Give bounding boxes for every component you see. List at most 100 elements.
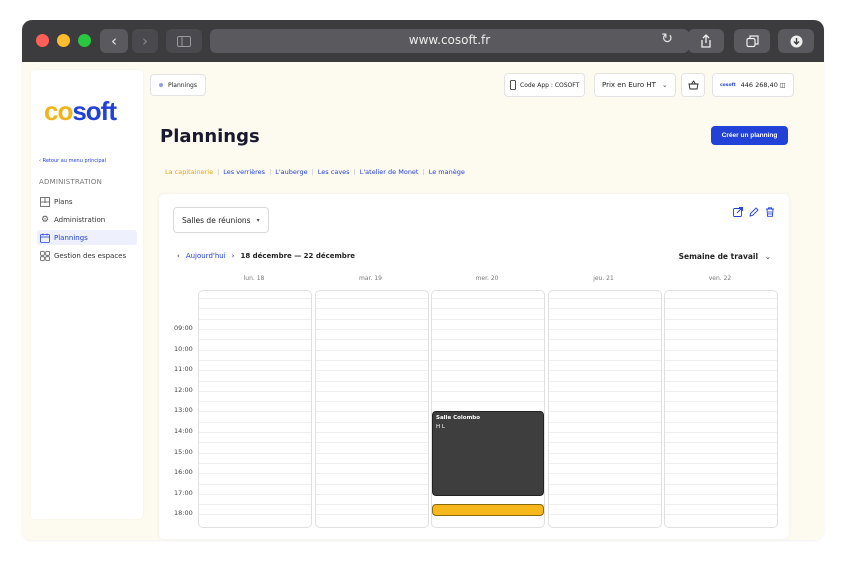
half-hour-line xyxy=(315,401,428,403)
sidebar-icon xyxy=(177,35,191,47)
half-hour-line xyxy=(548,359,661,361)
half-hour-line xyxy=(432,370,544,372)
time-label: 18:00 xyxy=(174,509,193,518)
tab-le-manege[interactable]: Le manège xyxy=(429,168,465,176)
view-select[interactable]: Semaine de travail ⌄ xyxy=(679,252,771,261)
half-hour-line xyxy=(665,483,777,485)
app-code-pill[interactable]: Code App : COSOFT xyxy=(504,73,586,97)
half-hour-line xyxy=(548,514,661,516)
share-icon xyxy=(701,34,711,48)
today-button[interactable]: Aujourd'hui xyxy=(186,252,226,260)
half-hour-line xyxy=(548,329,661,330)
cart-button[interactable] xyxy=(681,73,705,97)
half-hour-line xyxy=(315,329,428,330)
half-hour-line xyxy=(199,432,311,433)
half-hour-line xyxy=(315,421,428,423)
downloads-button[interactable] xyxy=(778,29,814,53)
day-header: lun. 18 xyxy=(243,275,265,282)
half-hour-line xyxy=(548,483,661,485)
back-to-main-menu-link[interactable]: ‹ Retour au menu principal xyxy=(39,158,106,164)
half-hour-line xyxy=(315,370,428,372)
share-button[interactable] xyxy=(688,29,724,53)
booking-event[interactable]: Salle Colombo H L xyxy=(432,411,544,496)
half-hour-line xyxy=(432,329,544,330)
tabs-overview-button[interactable] xyxy=(734,29,770,53)
day-column[interactable] xyxy=(314,290,429,528)
booking-slot[interactable] xyxy=(432,504,544,517)
page-title: Plannings xyxy=(160,126,260,147)
cosoft-logo[interactable]: cosoft xyxy=(44,96,117,127)
half-hour-line xyxy=(548,349,661,351)
day-column[interactable] xyxy=(547,290,662,528)
chevron-left-icon: ‹ xyxy=(111,32,117,50)
half-hour-line xyxy=(548,370,661,372)
half-hour-line xyxy=(665,514,777,516)
balance-pill[interactable]: cosoft 446 268,40 ◫ xyxy=(712,73,794,97)
half-hour-line xyxy=(665,452,777,454)
half-hour-line xyxy=(315,298,428,300)
browser-toolbar: ‹ › www.cosoft.fr ↻ xyxy=(22,20,824,62)
tab-l-atelier-de-monet[interactable]: L'atelier de Monet xyxy=(360,168,419,176)
maximize-window-button[interactable] xyxy=(78,34,91,47)
half-hour-line xyxy=(665,339,777,341)
prev-week-button[interactable]: ‹ xyxy=(177,252,180,260)
next-week-button[interactable]: › xyxy=(232,252,235,260)
week-navigation: ‹ Aujourd'hui › 18 décembre — 22 décembr… xyxy=(177,252,355,260)
time-label: 12:00 xyxy=(174,385,193,394)
day-column[interactable] xyxy=(198,290,312,528)
external-link-icon[interactable] xyxy=(733,207,743,220)
sidebar-item-label: Gestion des espaces xyxy=(54,251,127,260)
minimize-window-button[interactable] xyxy=(57,34,70,47)
half-hour-line xyxy=(432,298,544,300)
bullet-icon xyxy=(159,83,163,87)
tab-l-auberge[interactable]: L'auberge xyxy=(275,168,307,176)
chevron-down-icon: ⌄ xyxy=(764,252,771,261)
close-window-button[interactable] xyxy=(36,34,49,47)
sidebar-toggle-button[interactable] xyxy=(166,29,202,53)
sidebar-item-gestion-des-espaces[interactable]: Gestion des espaces xyxy=(37,248,137,263)
app-code-label: Code App : COSOFT xyxy=(520,81,580,89)
half-hour-line xyxy=(665,359,777,361)
half-hour-line xyxy=(199,339,311,341)
time-label: 11:00 xyxy=(174,365,193,374)
reload-icon[interactable]: ↻ xyxy=(661,31,673,47)
address-bar[interactable]: www.cosoft.fr ↻ xyxy=(210,29,689,53)
half-hour-line xyxy=(665,390,777,392)
half-hour-line xyxy=(432,359,544,361)
back-button[interactable]: ‹ xyxy=(100,29,128,53)
browser-window: ‹ › www.cosoft.fr ↻ cosoft ‹ Retour au m… xyxy=(22,20,824,540)
sidebar-item-administration[interactable]: ⚙ Administration xyxy=(37,212,137,227)
forward-button[interactable]: › xyxy=(132,29,158,53)
half-hour-line xyxy=(432,318,544,320)
trash-icon[interactable] xyxy=(765,207,775,220)
half-hour-line xyxy=(199,380,311,382)
half-hour-line xyxy=(432,349,544,351)
sidebar-item-plans[interactable]: Plans xyxy=(37,194,137,209)
half-hour-line xyxy=(315,483,428,485)
day-header: mar. 19 xyxy=(359,275,382,282)
half-hour-line xyxy=(199,318,311,320)
breadcrumb[interactable]: Plannings xyxy=(150,74,206,96)
half-hour-line xyxy=(199,411,311,413)
half-hour-line xyxy=(548,462,661,464)
half-hour-line xyxy=(665,421,777,423)
download-icon xyxy=(790,35,802,47)
create-planning-button[interactable]: Créer un planning xyxy=(711,126,788,145)
room-type-select[interactable]: Salles de réunions ▾ xyxy=(173,207,269,233)
tab-les-caves[interactable]: Les caves xyxy=(318,168,350,176)
edit-pencil-icon[interactable] xyxy=(749,207,759,220)
half-hour-line xyxy=(315,308,428,310)
half-hour-line xyxy=(548,432,661,433)
floorplan-icon xyxy=(40,196,50,207)
half-hour-line xyxy=(665,504,777,506)
tab-la-capitainerie[interactable]: La capitainerie xyxy=(165,168,213,176)
half-hour-line xyxy=(432,380,544,382)
price-select[interactable]: Prix en Euro HT ⌄ xyxy=(594,73,676,97)
sidebar-item-plannings[interactable]: Plannings xyxy=(37,230,137,245)
half-hour-line xyxy=(199,401,311,403)
tab-les-verrieres[interactable]: Les verrières xyxy=(223,168,265,176)
half-hour-line xyxy=(548,442,661,444)
event-title: Salle Colombo xyxy=(436,415,481,422)
day-column[interactable] xyxy=(664,290,778,528)
half-hour-line xyxy=(548,339,661,341)
